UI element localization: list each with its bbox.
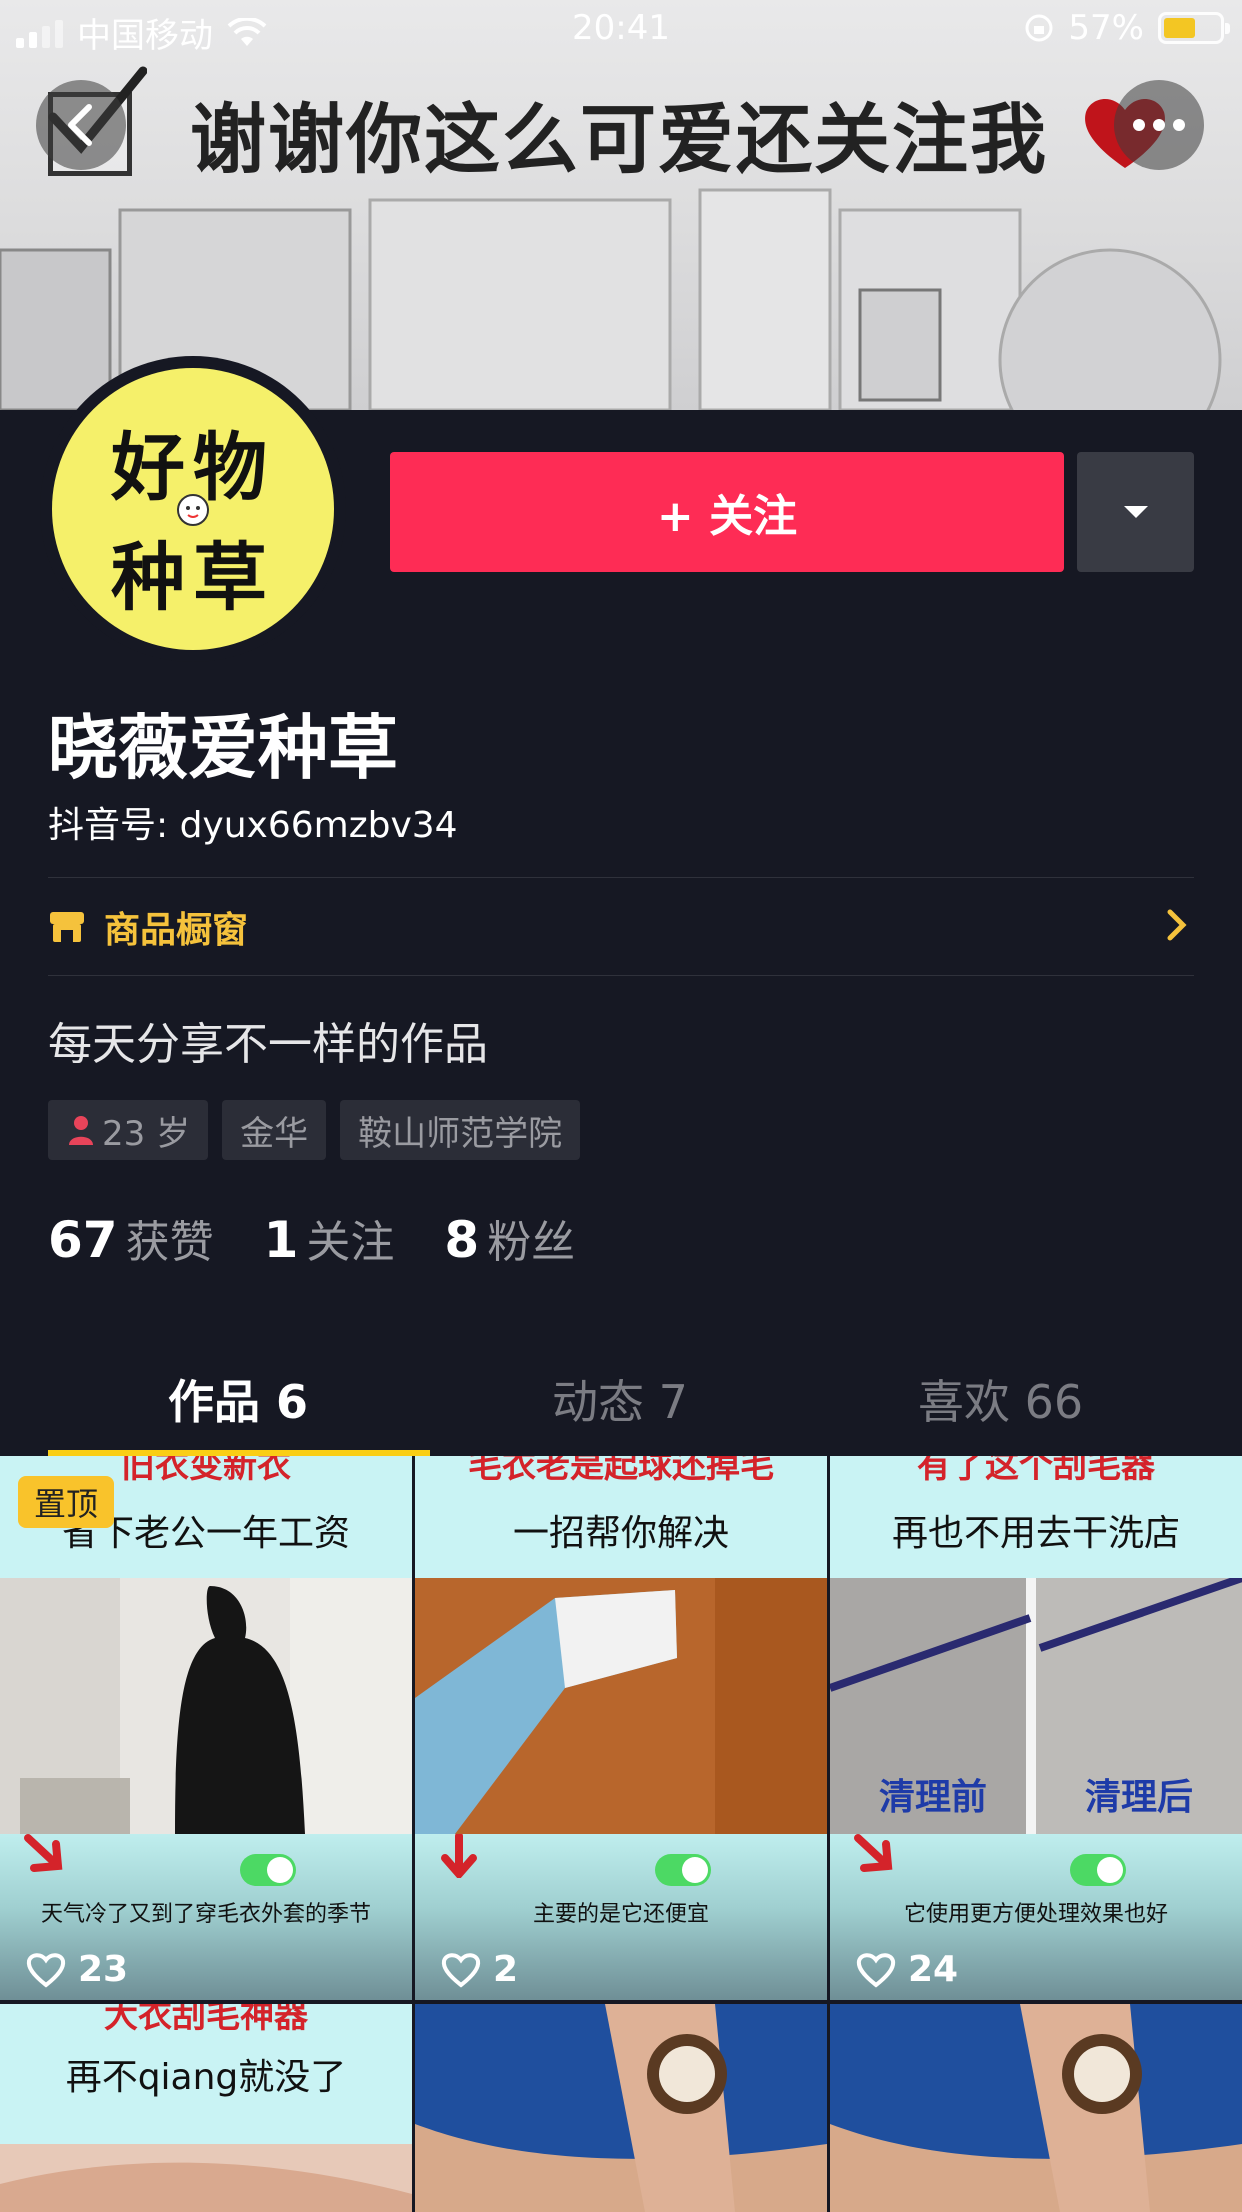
arrow-down-icon xyxy=(24,1834,63,1872)
tile-headline: 有了这个刮毛器 xyxy=(917,1456,1155,1486)
video-tile[interactable]: 毛衣老是起球还掉毛 一招帮你解决 主要的是它还便宜 2 xyxy=(415,1456,827,2000)
following-count: 1 xyxy=(263,1211,299,1269)
chevron-right-icon xyxy=(1167,909,1187,941)
mascot-icon xyxy=(177,494,209,526)
toggle-icon xyxy=(655,1854,711,1886)
tile-caption: 天气冷了又到了穿毛衣外套的季节 xyxy=(40,1902,371,1927)
pinned-badge: 置顶 xyxy=(18,1476,115,1528)
age-tag: 23 岁 xyxy=(48,1100,209,1160)
divider xyxy=(48,975,1194,976)
arrow-down-icon xyxy=(441,1834,477,1878)
tile-caption: 主要的是它还便宜 xyxy=(532,1902,709,1927)
arrow-down-icon xyxy=(854,1834,893,1872)
video-tile[interactable] xyxy=(415,2004,827,2212)
battery-percent: 57% xyxy=(1068,8,1144,48)
video-tile[interactable]: 有了这个刮毛器 再也不用去干洗店 清理前 清理后 它使用更方便处理效果也好 24 xyxy=(830,1456,1242,2000)
tile-like-count: 2 xyxy=(493,1949,519,1990)
tile-like-count: 24 xyxy=(908,1949,959,1990)
tile-headline: 大衣刮毛神器 xyxy=(104,2004,308,2036)
shop-icon xyxy=(50,912,84,942)
heart-outline-icon xyxy=(441,1952,481,1988)
tile-likes: 24 xyxy=(856,1949,958,1990)
tile-like-count: 23 xyxy=(78,1949,129,1990)
school-label: 鞍山师范学院 xyxy=(358,1113,563,1154)
avatar-image: 好物 种草 xyxy=(52,368,334,650)
tab-works[interactable]: 作品 6 xyxy=(168,1366,308,1432)
female-icon xyxy=(69,1116,93,1145)
video-tile[interactable]: 旧衣变新衣 省下老公一年工资 天气冷了又到了穿毛衣外套的季节 23 置顶 xyxy=(0,1456,412,2000)
tile-likes: 23 xyxy=(26,1949,128,1990)
tile-headline: 毛衣老是起球还掉毛 xyxy=(468,1456,774,1486)
cover-illustration xyxy=(0,188,1222,410)
video-tile[interactable]: 大衣刮毛神器 再不qiang就没了 xyxy=(0,2004,412,2212)
avatar[interactable]: 好物 种草 xyxy=(40,356,346,662)
toggle-icon xyxy=(1070,1854,1126,1886)
avatar-text-bottom: 种草 xyxy=(111,535,275,621)
tile-thumbnail xyxy=(830,2004,1242,2212)
city-tag: 金华 xyxy=(222,1100,327,1160)
username: 晓薇爱种草 xyxy=(48,707,398,789)
followers-stat[interactable]: 8 粉丝 xyxy=(444,1206,575,1270)
bio: 每天分享不一样的作品 xyxy=(48,1019,488,1070)
likes-label: 获赞 xyxy=(125,1217,214,1268)
followers-count: 8 xyxy=(444,1211,480,1269)
tile-likes: 2 xyxy=(441,1949,518,1990)
more-button[interactable] xyxy=(1114,80,1204,170)
chevron-left-icon xyxy=(68,104,92,146)
tile-thumbnail xyxy=(0,1578,412,1834)
status-bar: 中国移动 20:41 57% xyxy=(0,0,1242,60)
battery-fill xyxy=(1164,18,1195,38)
video-tile[interactable] xyxy=(830,2004,1242,2212)
shop-window-row[interactable]: 商品橱窗 xyxy=(48,878,1194,976)
profile-cover: 谢谢你这么可爱还关注我 xyxy=(0,0,1242,410)
douyin-id: 抖音号: dyux66mzbv34 xyxy=(48,805,458,846)
heart-outline-icon xyxy=(856,1952,896,1988)
tile-thumbnail xyxy=(415,2004,827,2212)
profile-tags: 23 岁 金华 鞍山师范学院 xyxy=(48,1100,581,1160)
video-grid: 旧衣变新衣 省下老公一年工资 天气冷了又到了穿毛衣外套的季节 23 置顶 毛衣老… xyxy=(0,1456,1242,2212)
follow-label: + 关注 xyxy=(656,491,798,542)
following-stat[interactable]: 1 关注 xyxy=(264,1206,395,1270)
tile-thumbnail xyxy=(0,2144,412,2212)
recommend-dropdown-button[interactable] xyxy=(1077,452,1194,572)
tab-moments[interactable]: 动态 7 xyxy=(552,1366,688,1432)
heart-outline-icon xyxy=(26,1952,66,1988)
caret-down-icon xyxy=(1123,506,1148,518)
content-tabs: 作品 6 动态 7 喜欢 66 xyxy=(0,1350,1242,1456)
shop-window-label: 商品橱窗 xyxy=(104,910,249,951)
following-label: 关注 xyxy=(306,1217,395,1268)
tile-thumbnail xyxy=(415,1578,827,1834)
orientation-lock-icon xyxy=(1025,14,1053,42)
school-tag: 鞍山师范学院 xyxy=(340,1100,581,1160)
tile-title: 再不qiang就没了 xyxy=(65,2057,347,2098)
city-label: 金华 xyxy=(240,1113,309,1154)
likes-stat[interactable]: 67 获赞 xyxy=(48,1206,214,1270)
tile-title: 一招帮你解决 xyxy=(512,1513,729,1554)
before-label: 清理前 xyxy=(878,1777,987,1818)
profile-stats: 67 获赞 1 关注 8 粉丝 xyxy=(48,1206,575,1270)
battery-icon xyxy=(1158,12,1230,44)
after-label: 清理后 xyxy=(1084,1777,1193,1818)
tab-likes[interactable]: 喜欢 66 xyxy=(918,1366,1083,1432)
follow-button[interactable]: + 关注 xyxy=(390,452,1064,572)
tile-caption: 它使用更方便处理效果也好 xyxy=(903,1902,1168,1927)
tile-title: 再也不用去干洗店 xyxy=(891,1513,1180,1554)
more-dots-icon xyxy=(1133,119,1185,131)
followers-label: 粉丝 xyxy=(487,1217,576,1268)
cover-caption: 谢谢你这么可爱还关注我 xyxy=(190,95,1048,184)
age-label: 23 岁 xyxy=(102,1113,191,1154)
likes-count: 67 xyxy=(48,1211,118,1269)
toggle-icon xyxy=(240,1854,296,1886)
back-button[interactable] xyxy=(36,80,126,170)
